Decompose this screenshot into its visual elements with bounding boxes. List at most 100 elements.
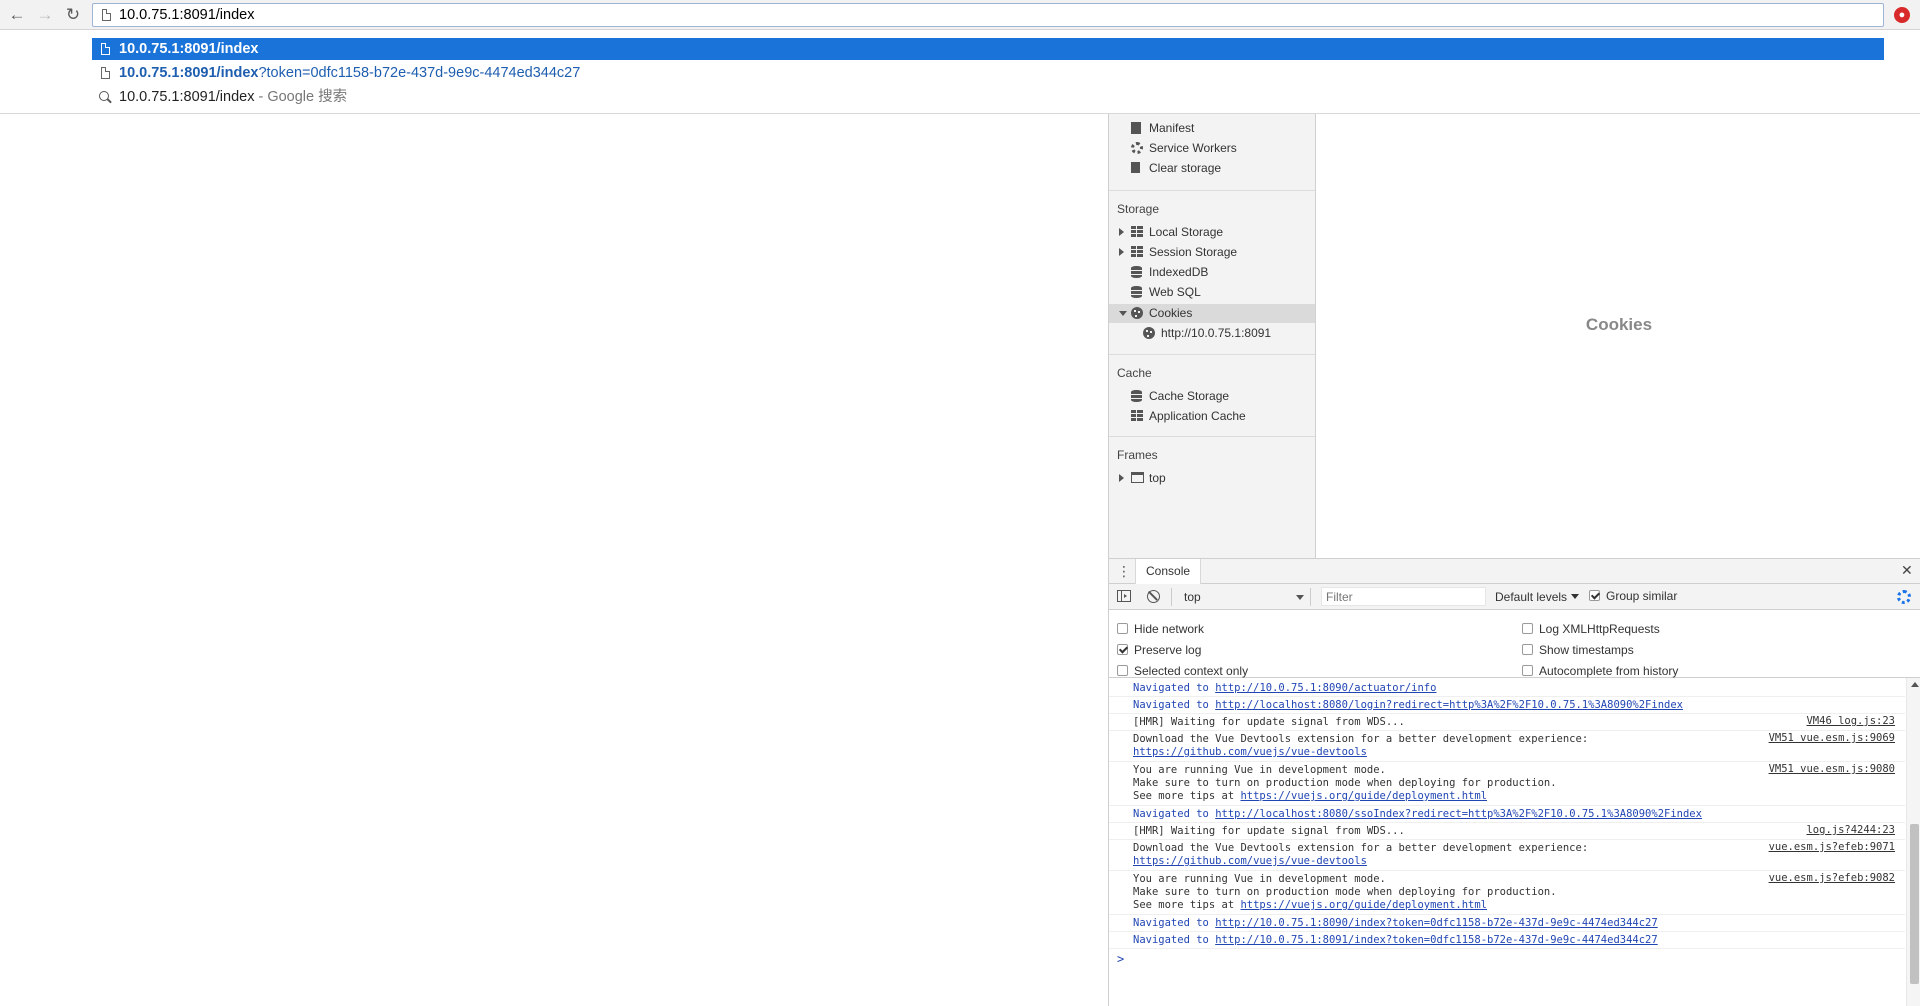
message-text: Make sure to turn on production mode whe… [1133,777,1557,789]
sidebar-item-service-workers[interactable]: Service Workers [1131,138,1237,158]
checkbox-icon [1117,623,1128,634]
message-link[interactable]: http://10.0.75.1:8090/actuator/info [1215,682,1436,694]
message-link[interactable]: https://github.com/vuejs/vue-devtools [1133,746,1367,759]
message-link[interactable]: https://vuejs.org/guide/deployment.html [1240,790,1487,802]
show-timestamps-checkbox[interactable]: Show timestamps [1522,643,1634,657]
message-source-link[interactable]: VM46 log.js:23 [1806,715,1895,727]
log-levels-dropdown[interactable]: Default levels [1495,590,1580,604]
message-source-link[interactable]: vue.esm.js?efeb:9082 [1769,872,1895,884]
message-text: You are running Vue in development mode. [1133,873,1386,885]
cookie-icon [1131,307,1143,319]
clear-console-icon[interactable] [1147,590,1160,603]
divider [1109,190,1315,191]
grid-icon [1131,410,1143,421]
cookie-icon [1143,327,1155,339]
hide-network-checkbox[interactable]: Hide network [1117,622,1204,636]
database-icon [1131,266,1142,278]
checkbox-label: Preserve log [1134,643,1202,657]
checkbox-checked-icon [1589,590,1600,601]
message-source-link[interactable]: vue.esm.js?efeb:9071 [1769,841,1895,853]
back-button[interactable]: ← [7,5,27,25]
scroll-up-arrow-icon[interactable] [1911,682,1919,687]
console-toolbar: top Default levels Group similar [1109,584,1920,610]
sidebar-item-indexeddb[interactable]: IndexedDB [1131,262,1208,282]
context-selector[interactable]: top [1171,588,1311,606]
message-link[interactable]: http://localhost:8080/ssoIndex?redirect=… [1215,808,1702,820]
message-source-link[interactable]: log.js?4244:23 [1806,824,1895,836]
suggestion-google-search[interactable]: 10.0.75.1:8091/index - Google 搜索 [92,86,1884,108]
suggestion-text: 10.0.75.1:8091/index [119,41,259,57]
message-link[interactable]: http://localhost:8080/login?redirect=htt… [1215,699,1683,711]
console-message: [HMR] Waiting for update signal from WDS… [1109,714,1905,731]
console-message: You are running Vue in development mode.… [1109,762,1905,806]
checkbox-icon [1117,665,1128,676]
message-source-link[interactable]: VM51 vue.esm.js:9080 [1769,763,1895,775]
message-link[interactable]: http://10.0.75.1:8090/index?token=0dfc11… [1215,917,1658,929]
suggestion-text: 10.0.75.1:8091/index - Google 搜索 [119,86,347,108]
message-source-link[interactable]: VM51 vue.esm.js:9069 [1769,732,1895,744]
console-settings-pane: Hide network Preserve log Selected conte… [1109,610,1920,678]
tab-console[interactable]: Console [1135,559,1202,584]
sidebar-item-cookies[interactable]: Cookies [1119,303,1192,323]
reload-button[interactable]: ↻ [63,5,83,25]
message-text: See more tips at https://vuejs.org/guide… [1133,899,1487,912]
divider [1109,436,1315,437]
search-icon [99,91,109,101]
message-prefix: Navigated to [1133,917,1216,929]
address-bar[interactable] [92,3,1884,27]
sidebar-item-label: IndexedDB [1149,265,1209,279]
extension-icon[interactable]: ● [1894,7,1910,23]
console-message: You are running Vue in development mode.… [1109,871,1905,915]
preserve-log-checkbox[interactable]: Preserve log [1117,643,1201,657]
log-xhr-checkbox[interactable]: Log XMLHttpRequests [1522,622,1660,636]
sidebar-item-manifest[interactable]: Manifest [1131,118,1194,138]
sidebar-item-clear-storage[interactable]: Clear storage [1131,158,1221,178]
more-tools-menu-icon[interactable]: ⋮ [1117,564,1131,578]
sidebar-item-label: Manifest [1149,121,1195,135]
console-message: Navigated to http://localhost:8080/ssoIn… [1109,806,1905,823]
filter-input[interactable] [1321,587,1486,606]
page-icon [101,43,110,55]
message-text: Navigated to http://10.0.75.1:8090/index… [1133,917,1658,930]
gear-icon [1131,142,1143,154]
back-arrow-icon: ← [8,5,26,24]
forward-button[interactable]: → [35,5,55,25]
sidebar-item-label: http://10.0.75.1:8091 [1161,326,1272,340]
message-prefix: See more tips at [1133,790,1241,802]
close-drawer-icon[interactable]: ✕ [1901,562,1913,579]
console-scrollbar[interactable] [1906,678,1920,1006]
dropdown-caret-icon [1571,594,1580,599]
document-icon [1131,122,1141,134]
selected-context-checkbox[interactable]: Selected context only [1117,664,1248,678]
console-message: Navigated to http://localhost:8080/login… [1109,697,1905,714]
group-similar-checkbox[interactable]: Group similar [1589,589,1677,603]
section-heading-storage: Storage [1117,202,1160,216]
autocomplete-history-checkbox[interactable]: Autocomplete from history [1522,664,1678,678]
sidebar-item-web-sql[interactable]: Web SQL [1131,282,1201,302]
message-text: Download the Vue Devtools extension for … [1133,842,1589,854]
message-link[interactable]: https://vuejs.org/guide/deployment.html [1240,899,1487,911]
sidebar-item-label: Local Storage [1149,225,1224,239]
url-input[interactable] [119,4,1859,26]
message-link[interactable]: https://github.com/vuejs/vue-devtools [1133,855,1367,868]
sidebar-item-cookie-origin[interactable]: http://10.0.75.1:8091 [1143,323,1271,343]
sidebar-item-local-storage[interactable]: Local Storage [1119,222,1223,242]
show-sidebar-icon[interactable] [1117,590,1131,602]
message-text: [HMR] Waiting for update signal from WDS… [1133,716,1405,728]
sidebar-item-cache-storage[interactable]: Cache Storage [1131,386,1229,406]
console-message: Download the Vue Devtools extension for … [1109,731,1905,762]
sidebar-item-application-cache[interactable]: Application Cache [1131,406,1246,426]
frame-icon [1131,472,1144,483]
sidebar-item-session-storage[interactable]: Session Storage [1119,242,1237,262]
checkbox-label: Show timestamps [1539,643,1634,657]
scroll-thumb[interactable] [1910,824,1919,984]
suggestion-url-token[interactable]: 10.0.75.1:8091/index?token=0dfc1158-b72e… [92,62,1884,84]
browser-toolbar: ← → ↻ ● [0,0,1920,30]
sidebar-item-frame-top[interactable]: top [1119,468,1166,488]
console-prompt[interactable]: > [1117,952,1124,966]
message-prefix: Navigated to [1133,808,1216,820]
console-settings-gear-icon[interactable] [1897,590,1911,604]
suggestion-url-index[interactable]: 10.0.75.1:8091/index [92,38,1884,60]
reload-icon: ↻ [65,5,81,24]
message-link[interactable]: http://10.0.75.1:8091/index?token=0dfc11… [1215,934,1658,946]
